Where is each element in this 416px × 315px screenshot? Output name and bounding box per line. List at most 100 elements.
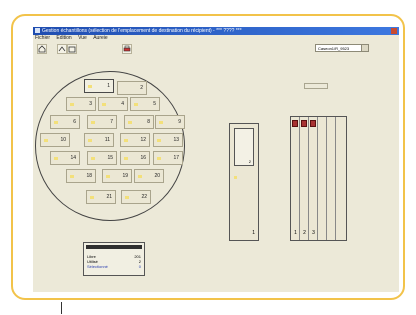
die-cell[interactable]: 3 (66, 97, 96, 111)
rack-column[interactable] (327, 117, 336, 240)
die-cell[interactable]: 19 (102, 169, 132, 183)
die-marker (91, 121, 95, 124)
die-marker (44, 139, 48, 142)
menu-vue[interactable]: Vue (78, 35, 87, 41)
rack-column[interactable] (318, 117, 327, 240)
die-label: 6 (73, 119, 76, 125)
die-cell[interactable]: 15 (87, 151, 117, 165)
die-cell[interactable]: 13 (153, 133, 183, 147)
rack-column[interactable] (336, 117, 345, 240)
die-label: 18 (86, 173, 92, 179)
summary-label: Sélectionné (87, 264, 108, 269)
die-cell[interactable]: 16 (120, 151, 150, 165)
die-label: 10 (60, 137, 66, 143)
die-marker (138, 175, 142, 178)
rack-column-label: 1 (294, 230, 297, 236)
slot-compartment-label: 2 (248, 159, 251, 164)
die-marker (54, 121, 58, 124)
die-marker (157, 139, 161, 142)
die-cell[interactable]: 4 (98, 97, 128, 111)
tube-icon[interactable] (301, 120, 307, 127)
die-label: 12 (140, 137, 146, 143)
chevron-down-icon[interactable] (361, 45, 368, 51)
die-cell[interactable]: 7 (87, 115, 117, 129)
location-combo[interactable]: Caseon1/R_9523 (315, 44, 369, 52)
die-marker (159, 121, 163, 124)
die-label: 3 (89, 101, 92, 107)
die-cell[interactable]: 9 (155, 115, 185, 129)
die-marker (128, 121, 132, 124)
die-marker (90, 196, 94, 199)
menu-aureie[interactable]: Aureie (93, 35, 107, 41)
slot-marker (234, 176, 237, 179)
die-cell[interactable]: 18 (66, 169, 96, 183)
container-button[interactable] (67, 44, 77, 54)
tube-rack: 1 2 3 (290, 116, 347, 241)
slot-compartment[interactable]: 2 (234, 128, 254, 166)
die-marker (91, 157, 95, 160)
die-cell[interactable]: 11 (84, 133, 114, 147)
die-label: 17 (173, 155, 179, 161)
move-button[interactable] (57, 44, 67, 54)
die-label: 13 (173, 137, 179, 143)
die-cell[interactable]: 8 (124, 115, 154, 129)
die-label: 2 (140, 85, 143, 91)
menu-fichier[interactable]: Fichier (35, 35, 50, 41)
die-marker (102, 103, 106, 106)
single-slot-container[interactable]: 2 1 (229, 123, 259, 241)
rack-column[interactable]: 3 (309, 117, 318, 240)
die-marker (70, 103, 74, 106)
die-marker (124, 139, 128, 142)
die-marker (106, 175, 110, 178)
printer-icon (123, 45, 131, 52)
die-label: 9 (178, 119, 181, 125)
die-cell[interactable]: 17 (153, 151, 183, 165)
die-marker (124, 157, 128, 160)
summary-header-bar (86, 245, 142, 249)
summary-value: 0 (138, 264, 141, 269)
die-marker (157, 157, 161, 160)
die-label: 11 (104, 137, 110, 143)
die-marker (70, 175, 74, 178)
die-cell[interactable]: 21 (86, 190, 116, 204)
print-button[interactable] (122, 44, 132, 54)
die-cell[interactable]: 14 (50, 151, 80, 165)
menu-edition[interactable]: Edition (56, 35, 71, 41)
die-label: 14 (70, 155, 76, 161)
occupancy-summary: Libre 201 Utilisé 2 Sélectionné 0 (83, 242, 145, 276)
die-cell[interactable]: 20 (134, 169, 164, 183)
die-marker (54, 157, 58, 160)
die-marker (134, 103, 138, 106)
summary-row-selected: Sélectionné 0 (87, 264, 141, 269)
die-label: 22 (141, 194, 147, 200)
rack-column-label: 3 (312, 230, 315, 236)
app-icon (35, 28, 40, 34)
die-marker (88, 139, 92, 142)
die-label: 16 (140, 155, 146, 161)
rack-column-label: 2 (303, 230, 306, 236)
die-label: 15 (107, 155, 113, 161)
menu-bar: Fichier Edition Vue Aureie (33, 35, 399, 42)
tube-icon[interactable] (292, 120, 298, 127)
close-icon[interactable] (391, 28, 397, 34)
die-cell[interactable]: 6 (50, 115, 80, 129)
die-label: 7 (110, 119, 113, 125)
die-cell[interactable]: 5 (130, 97, 160, 111)
rack-column[interactable]: 2 (300, 117, 309, 240)
status-field (304, 83, 328, 89)
pointer-line (61, 302, 62, 314)
rack-column[interactable]: 1 (291, 117, 300, 240)
home-button[interactable] (37, 44, 47, 54)
die-cell[interactable]: 22 (121, 190, 151, 204)
die-cell[interactable]: 1 (84, 79, 114, 93)
die-label: 19 (122, 173, 128, 179)
die-cell[interactable]: 2 (117, 81, 147, 95)
app-window: Gestion échantillons (sélection de l'emp… (33, 27, 399, 292)
die-cell[interactable]: 10 (40, 133, 70, 147)
die-cell[interactable]: 12 (120, 133, 150, 147)
slot-label: 1 (252, 230, 255, 236)
die-label: 20 (154, 173, 160, 179)
title-bar: Gestion échantillons (sélection de l'emp… (33, 27, 399, 35)
tube-icon[interactable] (310, 120, 316, 127)
die-label: 4 (121, 101, 124, 107)
